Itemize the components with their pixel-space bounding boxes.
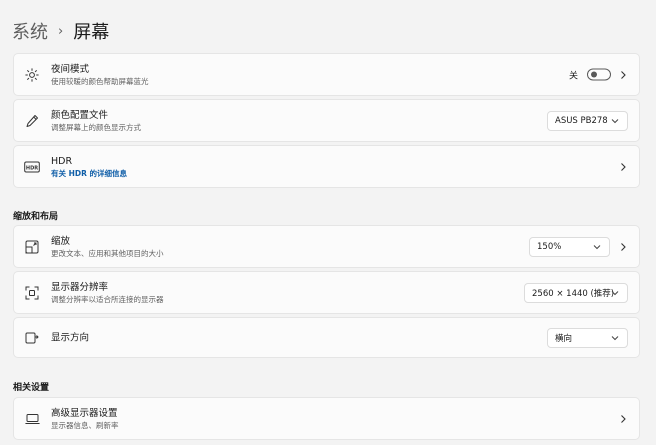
scale-icon [24,239,40,255]
hdr-icon: HDR [24,159,40,175]
resolution-desc: 调整分辨率以适合所连接的显示器 [51,294,164,304]
laptop-icon [24,411,40,427]
night-light-title: 夜间模式 [51,63,90,75]
breadcrumb: 系统 › 屏幕 [12,18,109,44]
orientation-dropdown[interactable]: 横向 [547,327,628,348]
scale-card[interactable]: 缩放 更改文本、应用和其他项目的大小 150% [13,225,640,268]
night-light-text: 夜间模式 使用较暖的颜色帮助屏幕蓝光 [51,63,149,87]
chevron-right-icon[interactable] [619,414,627,424]
color-profile-title: 颜色配置文件 [51,109,109,121]
hdr-title: HDR [51,155,73,167]
chevron-right-icon[interactable] [619,242,627,252]
brightness-sun-icon [24,67,40,83]
resolution-icon [24,285,40,301]
scale-title: 缩放 [51,235,71,247]
svg-text:HDR: HDR [26,165,38,171]
orientation-value: 横向 [555,333,573,344]
orientation-text: 显示方向 [51,331,89,344]
resolution-title: 显示器分辨率 [51,281,109,293]
chevron-down-icon [611,118,619,123]
orientation-card: 显示方向 横向 [13,317,640,358]
scale-layout-section-title: 缩放和布局 [13,212,59,222]
related-settings-section-title: 相关设置 [13,383,50,393]
resolution-card: 显示器分辨率 调整分辨率以适合所连接的显示器 2560 × 1440 (推荐) [13,271,640,314]
chevron-right-icon[interactable] [619,70,627,80]
page-title: 屏幕 [73,22,110,43]
color-profile-dropdown[interactable]: ASUS PB278 [547,110,628,131]
night-light-toggle-group: 关 [569,68,611,81]
orientation-title: 显示方向 [51,332,90,343]
scale-value: 150% [537,241,562,252]
night-light-card[interactable]: 夜间模式 使用较暖的颜色帮助屏幕蓝光 关 [13,53,640,96]
advanced-display-title: 高级显示器设置 [51,407,118,419]
hdr-learn-more-link[interactable]: 有关 HDR 的详细信息 [51,168,127,179]
breadcrumb-parent[interactable]: 系统 [12,18,48,44]
color-profile-card: 颜色配置文件 调整屏幕上的颜色显示方式 ASUS PB278 [13,99,640,142]
toggle-knob [591,71,597,78]
scale-text: 缩放 更改文本、应用和其他项目的大小 [51,235,164,259]
night-light-desc: 使用较暖的颜色帮助屏幕蓝光 [51,76,149,86]
night-light-toggle[interactable] [587,68,611,81]
chevron-down-icon [593,244,601,249]
advanced-display-desc: 显示器信息、刷新率 [51,420,119,430]
hdr-card[interactable]: HDR HDR 有关 HDR 的详细信息 [13,145,640,188]
color-profile-desc: 调整屏幕上的颜色显示方式 [51,122,141,132]
night-light-toggle-label: 关 [568,71,578,81]
chevron-right-icon[interactable] [619,162,627,172]
orientation-icon [24,330,40,346]
chevron-down-icon [611,290,619,295]
color-profile-text: 颜色配置文件 调整屏幕上的颜色显示方式 [51,109,141,133]
advanced-display-card[interactable]: 高级显示器设置 显示器信息、刷新率 [13,397,640,440]
color-profile-value: ASUS PB278 [555,115,608,126]
resolution-text: 显示器分辨率 调整分辨率以适合所连接的显示器 [51,281,164,305]
pen-icon [24,113,40,129]
breadcrumb-separator-icon: › [58,23,64,39]
resolution-value: 2560 × 1440 (推荐) [532,288,615,299]
hdr-text: HDR 有关 HDR 的详细信息 [51,155,127,179]
advanced-display-text: 高级显示器设置 显示器信息、刷新率 [51,407,119,431]
chevron-down-icon [611,335,619,340]
resolution-dropdown[interactable]: 2560 × 1440 (推荐) [524,282,628,303]
scale-dropdown[interactable]: 150% [529,236,610,257]
scale-desc: 更改文本、应用和其他项目的大小 [51,248,164,258]
